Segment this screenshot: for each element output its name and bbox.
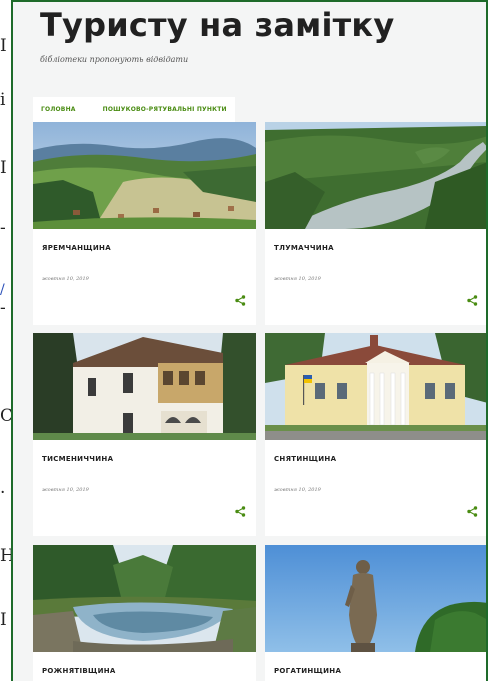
post-date: жовтня 10, 2019 <box>274 276 321 282</box>
main-nav: Головна Пошуково-рятувальні пункти <box>33 97 235 122</box>
post-thumbnail[interactable] <box>33 545 256 652</box>
post-title[interactable]: Яремчанщина <box>42 244 111 252</box>
post-card[interactable]: Снятинщина жовтня 10, 2019 <box>265 333 486 536</box>
post-card[interactable]: Тисмениччина жовтня 10, 2019 <box>33 333 256 536</box>
post-thumbnail[interactable] <box>265 333 486 440</box>
post-thumbnail[interactable] <box>265 122 486 229</box>
post-title[interactable]: Рогатинщина <box>274 667 341 675</box>
post-title[interactable]: Снятинщина <box>274 455 336 463</box>
post-card[interactable]: Яремчанщина жовтня 10, 2019 <box>33 122 256 325</box>
post-title[interactable]: Тисмениччина <box>42 455 113 463</box>
background-text: І <box>0 160 7 177</box>
post-title[interactable]: Тлумаччина <box>274 244 334 252</box>
site-title[interactable]: Туристу на замітку <box>40 6 394 44</box>
post-date: жовтня 10, 2019 <box>42 487 89 493</box>
post-date: жовтня 10, 2019 <box>274 487 321 493</box>
site-description: бібліотеки пропонують відвідати <box>40 55 189 64</box>
background-link[interactable]: / <box>0 283 11 297</box>
share-icon[interactable] <box>467 506 478 517</box>
background-page-fragment: І і І - / - С · Н І <box>0 0 11 681</box>
nav-item-rescue-points[interactable]: Пошуково-рятувальні пункти <box>103 106 227 113</box>
background-text: - <box>0 220 6 237</box>
post-title[interactable]: Рожнятівщина <box>42 667 116 675</box>
post-thumbnail[interactable] <box>265 545 486 652</box>
post-thumbnail[interactable] <box>33 122 256 229</box>
post-thumbnail[interactable] <box>33 333 256 440</box>
background-text: - <box>0 300 6 317</box>
share-icon[interactable] <box>235 295 246 306</box>
background-text: Н <box>0 548 11 565</box>
background-text: · <box>0 485 6 502</box>
background-text: І <box>0 38 7 55</box>
post-date: жовтня 10, 2019 <box>42 276 89 282</box>
share-icon[interactable] <box>467 295 478 306</box>
background-text: С <box>0 408 11 425</box>
blog-window: Туристу на замітку бібліотеки пропонують… <box>11 0 488 681</box>
nav-item-home[interactable]: Головна <box>41 106 76 113</box>
share-icon[interactable] <box>235 506 246 517</box>
background-text: і <box>0 92 6 109</box>
post-card[interactable]: Рожнятівщина <box>33 545 256 681</box>
post-card[interactable]: Тлумаччина жовтня 10, 2019 <box>265 122 486 325</box>
background-text: І <box>0 612 7 629</box>
post-card[interactable]: Рогатинщина <box>265 545 486 681</box>
